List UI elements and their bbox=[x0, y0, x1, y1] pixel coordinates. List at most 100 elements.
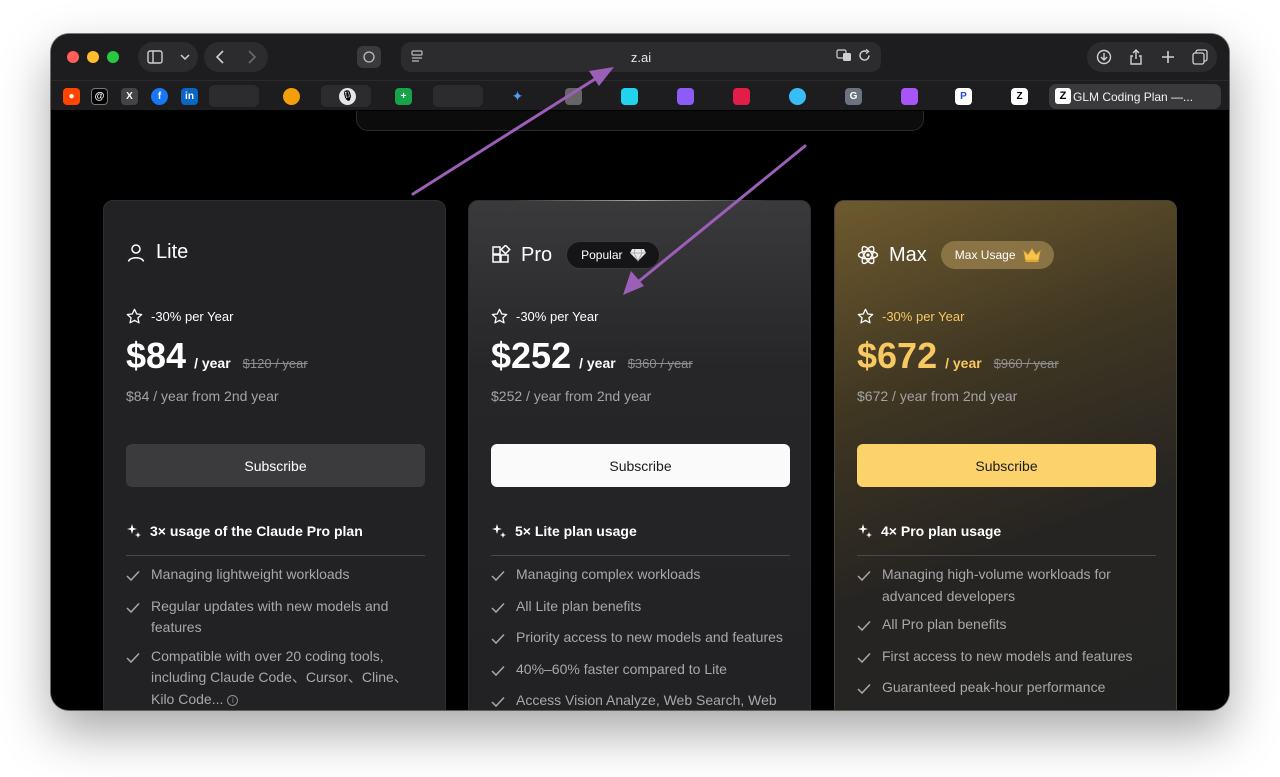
price: $672 bbox=[857, 335, 938, 376]
original-price: $360 / year bbox=[627, 356, 693, 371]
feature-text: All Pro plan benefits bbox=[882, 616, 1007, 632]
list-item: Regular updates with new models and feat… bbox=[126, 596, 425, 639]
translate-icon[interactable] bbox=[836, 49, 852, 62]
browser-window: z.ai ● @ X f in 🎙 + ✦ G P Z Z GLM Coding… bbox=[51, 34, 1229, 710]
list-item: Guaranteed peak-hour performance bbox=[857, 677, 1156, 702]
atom-icon bbox=[857, 245, 879, 265]
check-icon bbox=[491, 690, 506, 710]
feature-text: Regular updates with new models and feat… bbox=[151, 597, 389, 636]
gemini-icon[interactable]: ✦ bbox=[509, 88, 526, 105]
plan-card-pro: Pro Popular -30% per Year $252 / year $3… bbox=[468, 200, 811, 710]
bookmark-purple-icon[interactable] bbox=[677, 88, 694, 105]
feature-text: Managing high-volume workloads for advan… bbox=[882, 566, 1111, 604]
list-item: Access Vision Analyze, Web Search, Web R… bbox=[491, 690, 790, 710]
download-icon[interactable] bbox=[1096, 49, 1112, 65]
x-icon[interactable]: X bbox=[121, 88, 138, 105]
price-period: / year bbox=[945, 355, 982, 371]
chevron-down-icon bbox=[179, 54, 190, 60]
list-item: Managing lightweight workloads bbox=[126, 564, 425, 589]
discount-text: -30% per Year bbox=[882, 309, 965, 324]
bookmark-cyan-icon[interactable] bbox=[621, 88, 638, 105]
check-icon bbox=[126, 596, 141, 639]
share-icon[interactable] bbox=[1129, 49, 1143, 65]
microphone-icon[interactable]: 🎙 bbox=[339, 88, 356, 105]
discount-text: -30% per Year bbox=[151, 309, 234, 324]
bookmark-violet-icon[interactable] bbox=[901, 88, 918, 105]
check-icon bbox=[857, 614, 872, 639]
sheets-icon[interactable]: + bbox=[395, 88, 412, 105]
bookmark-orange-icon[interactable] bbox=[283, 88, 300, 105]
feature-text: First access to new models and features bbox=[882, 647, 1133, 664]
tab-overview-icon[interactable] bbox=[1192, 49, 1208, 65]
price-period: / year bbox=[579, 355, 616, 371]
sparkle-icon bbox=[127, 524, 141, 538]
subscribe-button[interactable]: Subscribe bbox=[491, 444, 790, 487]
close-window-button[interactable] bbox=[67, 51, 79, 63]
address-bar[interactable]: z.ai bbox=[401, 42, 881, 72]
check-icon bbox=[491, 564, 506, 589]
bookmarks-bar: ● @ X f in 🎙 + ✦ G P Z Z GLM Coding Plan… bbox=[51, 80, 1229, 110]
divider bbox=[857, 555, 1156, 556]
check-icon bbox=[126, 564, 141, 589]
divider bbox=[491, 555, 790, 556]
bookmark-red-icon[interactable] bbox=[733, 88, 750, 105]
price: $84 bbox=[126, 335, 187, 376]
check-icon bbox=[126, 646, 141, 711]
subscribe-button[interactable]: Subscribe bbox=[126, 444, 425, 487]
star-icon bbox=[857, 308, 874, 324]
new-tab-icon[interactable] bbox=[1161, 50, 1175, 64]
bookmark-tab[interactable] bbox=[433, 85, 483, 107]
list-item: Compatible with over 20 coding tools, in… bbox=[126, 646, 425, 711]
reddit-icon[interactable]: ● bbox=[63, 88, 80, 105]
feature-title: 3× usage of the Claude Pro plan bbox=[150, 523, 363, 539]
check-icon bbox=[491, 659, 506, 684]
bookmark-gray-icon[interactable] bbox=[565, 88, 582, 105]
facebook-icon[interactable]: f bbox=[151, 88, 168, 105]
url-text: z.ai bbox=[630, 50, 652, 65]
plan-name: Pro bbox=[521, 243, 553, 266]
threads-icon[interactable]: @ bbox=[91, 88, 108, 105]
feature-list: Managing lightweight workloads Regular u… bbox=[126, 564, 425, 710]
bookmark-tab[interactable] bbox=[209, 85, 259, 107]
bookmark-p-icon[interactable]: P bbox=[955, 88, 972, 105]
crown-icon bbox=[1022, 248, 1041, 262]
sidebar-icon bbox=[146, 50, 163, 64]
plan-card-lite: Lite -30% per Year $84 / year $120 / yea… bbox=[103, 200, 446, 710]
navigation-buttons bbox=[204, 42, 268, 72]
bookmark-globe-icon[interactable] bbox=[789, 88, 806, 105]
feature-text: Compatible with over 20 coding tools, in… bbox=[151, 647, 408, 707]
list-item: Priority access to new models and featur… bbox=[491, 627, 790, 652]
check-icon bbox=[491, 627, 506, 652]
bookmark-g-icon[interactable]: G bbox=[845, 88, 862, 105]
reload-icon[interactable] bbox=[858, 49, 871, 62]
diamond-icon bbox=[629, 248, 646, 262]
list-item: All Lite plan benefits bbox=[491, 596, 790, 621]
info-icon[interactable]: i bbox=[227, 694, 239, 706]
renewal-text: $84 / year from 2nd year bbox=[126, 388, 279, 404]
plan-card-max: Max Max Usage -30% per Year $672 / year … bbox=[834, 200, 1177, 710]
forward-arrow-icon[interactable] bbox=[248, 50, 256, 64]
feature-text: 40%–60% faster compared to Lite bbox=[516, 660, 727, 677]
active-tab[interactable]: Z GLM Coding Plan —... bbox=[1049, 84, 1221, 109]
plan-name: Max bbox=[889, 243, 927, 266]
feature-list: Managing complex workloads All Lite plan… bbox=[491, 564, 790, 710]
list-item: First access to new models and features bbox=[857, 646, 1156, 671]
extension-button[interactable] bbox=[357, 46, 381, 68]
toolbar-actions bbox=[1087, 42, 1217, 72]
subscribe-button[interactable]: Subscribe bbox=[857, 444, 1156, 487]
linkedin-icon[interactable]: in bbox=[181, 88, 198, 105]
minimize-window-button[interactable] bbox=[87, 51, 99, 63]
feature-text: Managing lightweight workloads bbox=[151, 566, 350, 582]
sidebar-toggle-button[interactable] bbox=[138, 42, 198, 72]
sparkle-icon bbox=[492, 524, 506, 538]
sparkle-icon bbox=[858, 524, 872, 538]
original-price: $960 / year bbox=[993, 356, 1059, 371]
zoom-window-button[interactable] bbox=[107, 51, 119, 63]
list-item: Managing high-volume workloads for advan… bbox=[857, 564, 1156, 607]
plan-name: Lite bbox=[156, 241, 189, 263]
discount-text: -30% per Year bbox=[516, 309, 599, 324]
back-arrow-icon[interactable] bbox=[216, 50, 224, 64]
check-icon bbox=[857, 677, 872, 702]
zai-icon[interactable]: Z bbox=[1011, 88, 1028, 105]
feature-title: 5× Lite plan usage bbox=[515, 523, 637, 539]
